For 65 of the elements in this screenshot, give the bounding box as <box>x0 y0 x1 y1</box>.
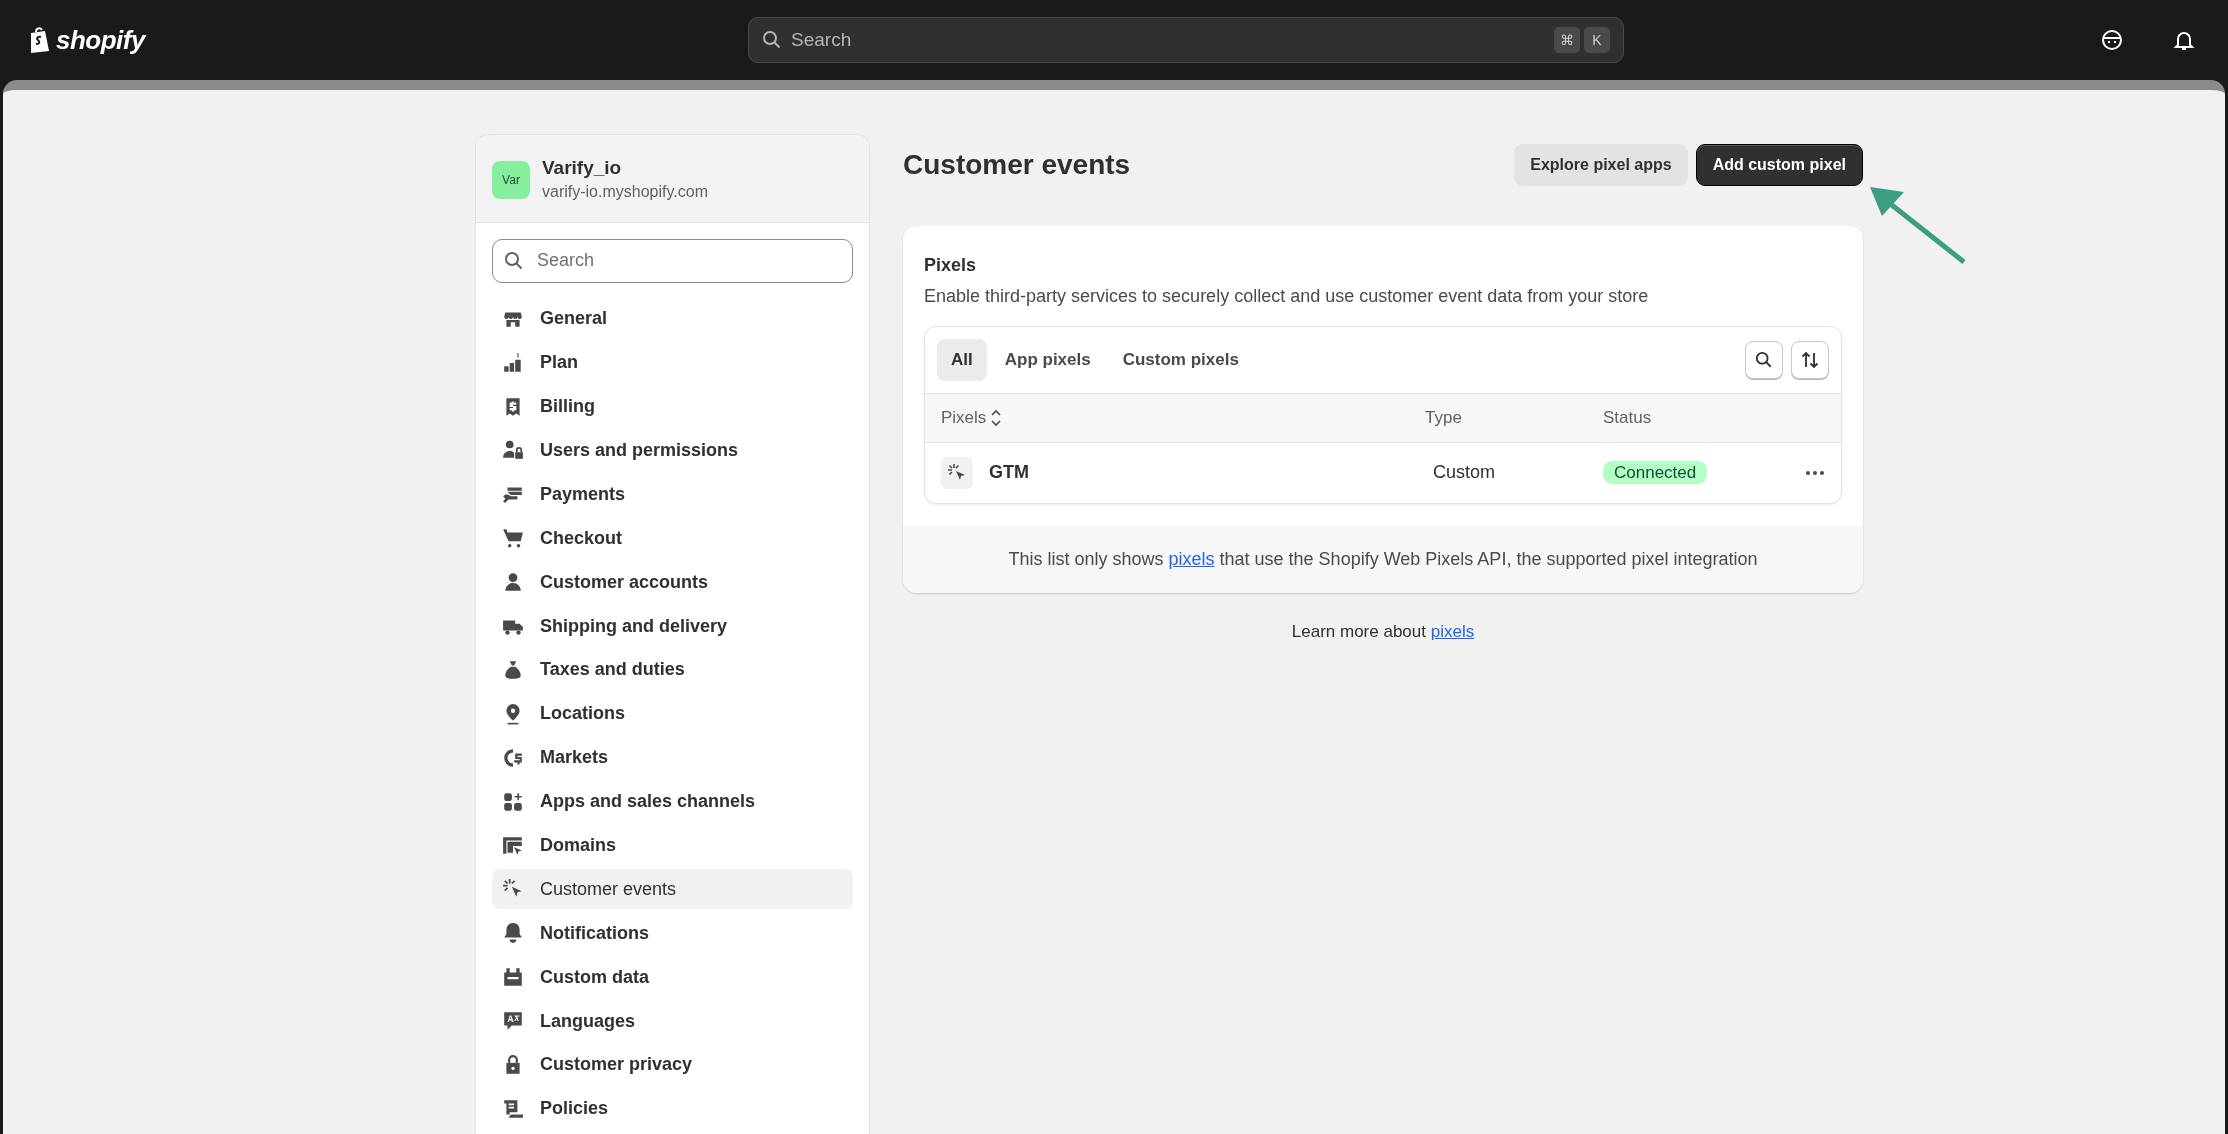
column-header[interactable]: Pixels <box>941 404 987 431</box>
sort-icon[interactable] <box>990 408 1003 427</box>
sidebar-item[interactable]: Payments <box>492 474 853 515</box>
card-description: Enable third-party services to securely collect and use customer event data from your store <box>924 285 1650 308</box>
sidebar-item[interactable]: Checkout <box>492 518 853 559</box>
footer-note: This list only shows pixels that use the Shopify Web Pixels API, the supported pixel integration <box>1008 548 1758 569</box>
user-lock-icon <box>502 439 524 462</box>
person-icon <box>502 571 524 594</box>
cart-icon <box>502 527 524 550</box>
filter-tab[interactable]: Custom pixels <box>1108 339 1253 381</box>
pixels-link[interactable]: pixels <box>1168 548 1215 569</box>
window-cursor-icon <box>502 834 524 857</box>
store-name: Varify_io <box>542 157 623 180</box>
search-icon <box>504 250 524 271</box>
sidebar-item[interactable]: Plan <box>492 342 853 383</box>
search-button[interactable] <box>1745 340 1783 379</box>
apps-icon <box>502 790 524 813</box>
sidebar-item[interactable]: Users and permissions <box>492 430 853 471</box>
shopping-bag-logo-icon <box>28 26 52 54</box>
tray-icon <box>502 966 524 989</box>
sidebar-item[interactable]: Customer privacy <box>492 1044 853 1085</box>
card-title: Pixels <box>924 254 978 277</box>
add-button[interactable]: Add custom pixel <box>1695 144 1863 186</box>
store-avatar: Var <box>492 161 530 200</box>
sidebar-item[interactable]: Apps and sales channels <box>492 781 853 822</box>
filter-tab[interactable]: App pixels <box>990 339 1105 381</box>
learn-more-text: Learn more about pixels <box>1291 621 1475 641</box>
sidebar-item[interactable]: Policies <box>492 1088 853 1129</box>
search-icon <box>762 30 782 50</box>
sidebar-item[interactable]: Markets <box>492 737 853 778</box>
more-icon[interactable] <box>1805 470 1825 477</box>
sidebar-item[interactable]: Languages <box>492 1001 853 1042</box>
sidebar-item[interactable]: Locations <box>492 693 853 734</box>
logo-wordmark[interactable]: shopify <box>56 20 145 60</box>
shortcut-key: ⌘ <box>1554 27 1580 53</box>
page-title: Customer events <box>903 148 1131 182</box>
sidebar-item[interactable]: Domains <box>492 825 853 866</box>
filter-tab[interactable]: All <box>937 339 987 381</box>
pixels-link[interactable]: pixels <box>1430 621 1475 641</box>
sidebar-item[interactable]: Customer events <box>492 869 853 910</box>
sidebar-item[interactable]: Shipping and delivery <box>492 606 853 647</box>
bell-icon <box>502 922 524 945</box>
sidebar-item[interactable]: Billing <box>492 386 853 427</box>
globe-icon <box>502 746 524 769</box>
sort-button[interactable] <box>1791 340 1829 379</box>
explore-button[interactable]: Explore pixel apps <box>1514 144 1688 186</box>
sidebar-item[interactable]: Notifications <box>492 913 853 954</box>
account-icon[interactable] <box>2100 28 2124 52</box>
money-bag-icon <box>502 658 524 681</box>
column-header: Status <box>1603 406 1652 429</box>
sidebar-item[interactable]: Custom data <box>492 957 853 998</box>
status-badge: Connected <box>1603 461 1708 484</box>
store-domain: varify-io.myshopify.com <box>542 181 708 202</box>
shortcut-key: K <box>1584 27 1610 53</box>
table-cell: Custom <box>1433 462 1495 482</box>
sidebar-item[interactable]: General <box>492 298 853 339</box>
search-field[interactable]: Search <box>492 238 853 283</box>
column-header: Type <box>1425 406 1462 429</box>
sort-arrows-icon <box>1800 349 1820 370</box>
sidebar-item[interactable]: Customer accounts <box>492 562 853 603</box>
search-icon <box>1755 350 1773 369</box>
scroll-icon <box>502 1097 524 1120</box>
table-cell[interactable]: GTM <box>989 459 1029 486</box>
sidebar-item[interactable]: Taxes and duties <box>492 649 853 690</box>
steps-icon <box>502 351 524 374</box>
